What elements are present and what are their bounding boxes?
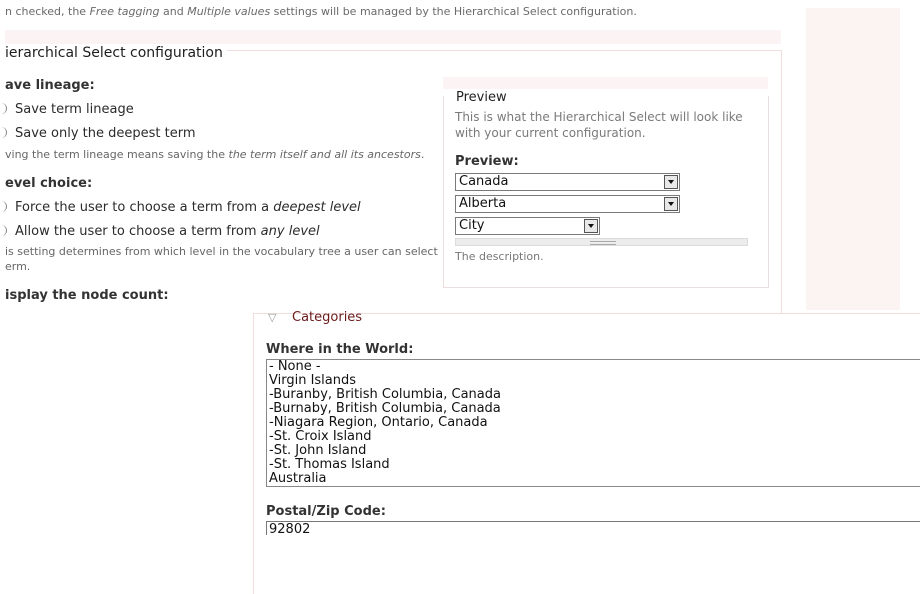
radio-allow-any-level[interactable]: Allow the user to choose a term from any… <box>0 224 320 239</box>
radio-icon[interactable] <box>0 225 7 236</box>
save-lineage-label: ave lineage: <box>5 78 95 93</box>
list-item[interactable]: -St. Thomas Island <box>267 458 920 472</box>
save-lineage-description: ving the term lineage means saving the t… <box>5 148 424 161</box>
radio-label-emphasis: deepest level <box>273 200 361 215</box>
postal-code-label: Postal/Zip Code: <box>266 504 386 519</box>
preview-header-band <box>443 77 768 89</box>
preview-label: Preview: <box>455 154 519 169</box>
fieldset-header-band <box>5 30 781 44</box>
categories-legend[interactable]: Categories <box>292 310 362 325</box>
hs-config-legend: ierarchical Select configuration <box>5 45 227 61</box>
list-item[interactable]: -Niagara Region, Ontario, Canada <box>267 416 920 430</box>
radio-save-term-lineage[interactable]: Save term lineage <box>0 102 134 117</box>
preview-select-province[interactable]: Alberta <box>455 195 680 213</box>
desc-emphasis: the term itself and all its ancestors <box>228 148 421 161</box>
radio-icon[interactable] <box>0 201 7 212</box>
list-item[interactable]: -Buranby, British Columbia, Canada <box>267 388 920 402</box>
note-multiple-values: Multiple values <box>187 5 271 18</box>
radio-icon[interactable] <box>0 103 7 114</box>
list-item[interactable]: Australia <box>267 472 920 486</box>
postal-code-field[interactable]: 92802 <box>266 521 920 535</box>
radio-save-deepest-term[interactable]: Save only the deepest term <box>0 126 196 141</box>
list-item[interactable]: -St. John Island <box>267 444 920 458</box>
note-text: n checked, the <box>5 5 90 18</box>
radio-label: Save term lineage <box>15 102 134 117</box>
chevron-down-icon[interactable] <box>664 197 678 211</box>
radio-force-deepest-level[interactable]: Force the user to choose a term from a d… <box>0 200 361 215</box>
collapse-triangle-icon[interactable]: ▽ <box>268 311 276 324</box>
radio-label: Allow the user to choose a term from <box>15 224 261 239</box>
desc-text: . <box>420 148 425 161</box>
chevron-down-icon[interactable] <box>584 219 598 233</box>
list-item[interactable]: Virgin Islands <box>267 374 920 388</box>
where-in-world-listbox[interactable]: - None - Virgin Islands -Buranby, Britis… <box>266 359 920 487</box>
select-value: Canada <box>459 174 509 189</box>
where-in-world-label: Where in the World: <box>266 342 414 357</box>
level-choice-description-line1: is setting determines from which level i… <box>5 245 438 258</box>
node-count-label: isplay the node count: <box>5 288 169 303</box>
list-item[interactable]: -St. Croix Island <box>267 430 920 444</box>
preview-legend: Preview <box>456 90 507 105</box>
resize-grip[interactable] <box>455 238 748 246</box>
preview-select-city[interactable]: City <box>455 217 600 235</box>
note-free-tagging: Free tagging <box>89 5 160 18</box>
radio-label: Save only the deepest term <box>15 126 196 141</box>
radio-icon[interactable] <box>0 127 7 138</box>
right-side-gap <box>900 0 920 294</box>
note-text: and <box>159 5 188 18</box>
preview-select-country[interactable]: Canada <box>455 173 680 191</box>
right-side-panel <box>806 8 900 310</box>
preview-field-description: The description. <box>455 250 544 263</box>
level-choice-label: evel choice: <box>5 176 93 191</box>
list-item[interactable]: - None - <box>267 360 920 374</box>
chevron-down-icon[interactable] <box>664 175 678 189</box>
managed-settings-note: n checked, the Free tagging and Multiple… <box>5 5 637 18</box>
list-item[interactable]: -Burnaby, British Columbia, Canada <box>267 402 920 416</box>
radio-label: Force the user to choose a term from a <box>15 200 274 215</box>
desc-text: ving the term lineage means saving the <box>5 148 229 161</box>
note-text: settings will be managed by the Hierarch… <box>270 5 637 18</box>
select-value: Alberta <box>459 196 507 211</box>
level-choice-description-line2: erm. <box>5 260 31 273</box>
select-value: City <box>459 218 485 233</box>
preview-description: This is what the Hierarchical Select wil… <box>455 110 743 140</box>
radio-label-emphasis: any level <box>260 224 320 239</box>
